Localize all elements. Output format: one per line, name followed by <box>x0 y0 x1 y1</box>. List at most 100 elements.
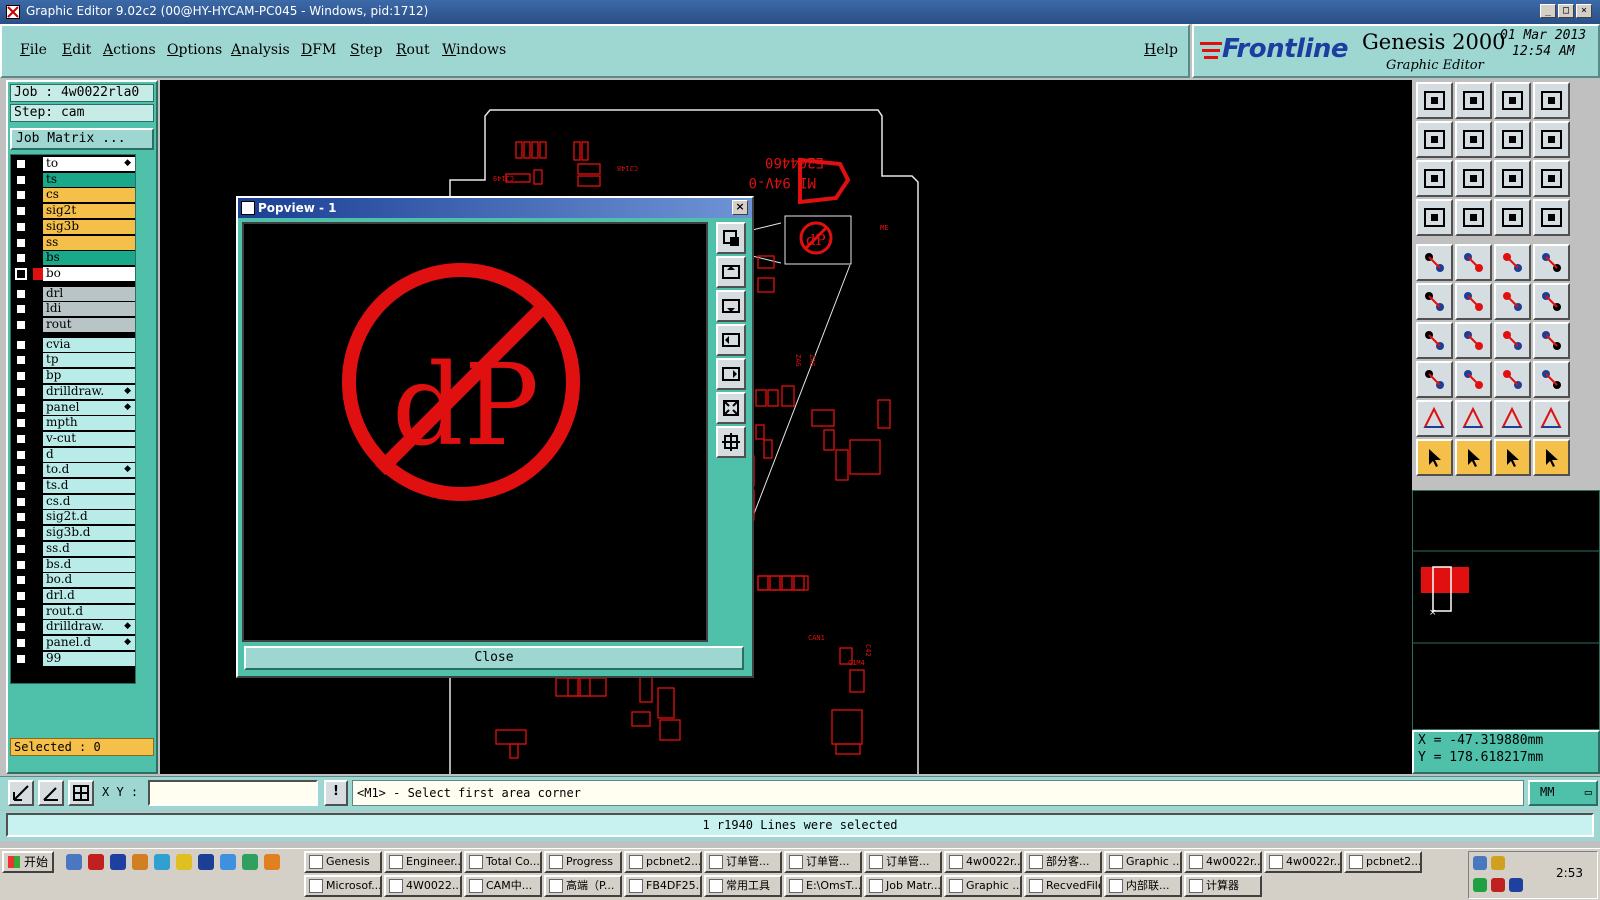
poly-tool[interactable] <box>1416 400 1453 437</box>
home-view-tool[interactable] <box>1494 82 1531 119</box>
layer-row[interactable]: cvia <box>11 337 135 352</box>
layer-checkbox[interactable] <box>15 252 27 265</box>
alert-icon[interactable]: ! <box>324 780 348 806</box>
tray-ime-icon[interactable] <box>1509 878 1523 892</box>
layer-expand-icon[interactable]: ◆ <box>124 385 131 398</box>
taskbar-button[interactable]: 4w0022r... <box>1264 851 1342 873</box>
menu-actions[interactable]: Actions <box>103 42 156 58</box>
menu-dfm[interactable]: DFM <box>301 42 336 58</box>
layer-name[interactable]: rout.d <box>43 604 135 619</box>
taskbar-button[interactable]: 常用工具 <box>704 875 782 897</box>
layer-checkbox[interactable] <box>15 370 27 383</box>
measure-tool[interactable] <box>1416 199 1453 236</box>
quicklaunch-genesis-icon[interactable] <box>88 854 104 870</box>
layer-row[interactable]: sig3b <box>11 219 135 234</box>
taskbar-button[interactable]: 订单管... <box>864 851 942 873</box>
layer-checkbox[interactable] <box>15 652 27 665</box>
layer-row[interactable]: ts.d <box>11 479 135 493</box>
point-tool[interactable] <box>1533 244 1570 281</box>
popview-close-icon[interactable]: × <box>732 200 748 215</box>
scale-tool[interactable] <box>1494 160 1531 197</box>
layer-row[interactable]: drilldraw. ◆ <box>11 620 135 635</box>
layer-row[interactable]: rout <box>11 318 135 332</box>
help-tool[interactable] <box>1533 160 1570 197</box>
align-tool[interactable] <box>1533 322 1570 359</box>
angle-mode-button[interactable] <box>38 780 64 806</box>
layer-row[interactable]: d <box>11 447 135 462</box>
layer-checkbox[interactable] <box>15 589 27 602</box>
layer-expand-icon[interactable]: ◆ <box>124 157 131 170</box>
taskbar-button[interactable]: pcbnet2... <box>1344 851 1422 873</box>
ruler-tool[interactable] <box>1494 244 1531 281</box>
feature-tool[interactable] <box>1455 199 1492 236</box>
quicklaunch-clock-icon[interactable] <box>176 854 192 870</box>
layer-checkbox[interactable] <box>15 173 27 186</box>
layer-row[interactable]: tp <box>11 353 135 368</box>
layer-name[interactable]: sig2t.d <box>43 510 135 525</box>
select-pad-tool[interactable] <box>1416 244 1453 281</box>
taskbar-button[interactable]: 4W0022... <box>384 875 462 897</box>
layer-checkbox[interactable] <box>15 637 27 649</box>
group-tool[interactable] <box>1533 361 1570 398</box>
profile-tool[interactable] <box>1494 199 1531 236</box>
popview-pan-right-tool[interactable] <box>716 358 746 390</box>
layer-name[interactable]: sig3b <box>43 219 135 234</box>
taskbar-button[interactable]: 高端（P... <box>544 875 622 897</box>
layer-name[interactable]: panel.d ◆ <box>43 636 135 650</box>
layer-checkbox[interactable] <box>15 432 27 445</box>
tray-app-icon[interactable] <box>1491 856 1505 870</box>
layer-name[interactable]: rout <box>43 318 135 332</box>
quicklaunch-app-icon[interactable] <box>242 854 258 870</box>
layer-checkbox[interactable] <box>15 303 27 316</box>
taskbar-button[interactable]: Microsof... <box>304 875 382 897</box>
layer-row[interactable]: sig3b.d <box>11 526 135 541</box>
layer-checkbox[interactable] <box>15 354 27 367</box>
layer-name[interactable]: cvia <box>43 337 135 352</box>
menu-windows[interactable]: Windows <box>442 42 506 58</box>
stretch-tool[interactable] <box>1533 283 1570 320</box>
layer-checkbox[interactable] <box>15 605 27 618</box>
popview-title-bar[interactable]: Popview - 1 × <box>238 198 752 218</box>
taskbar-button[interactable]: E:\OmsT... <box>784 875 862 897</box>
layer-row[interactable]: bp <box>11 369 135 384</box>
xy-input[interactable] <box>148 780 318 806</box>
layer-row[interactable]: bo <box>11 266 135 281</box>
layer-checkbox[interactable] <box>15 417 27 430</box>
taskbar-button[interactable]: 部分客... <box>1024 851 1102 873</box>
layer-checkbox[interactable] <box>15 511 27 524</box>
taskbar-button[interactable]: 内部联... <box>1104 875 1182 897</box>
delete-line-tool[interactable] <box>1455 361 1492 398</box>
popview-home-tool[interactable] <box>716 426 746 458</box>
layer-down-tool[interactable] <box>1455 82 1492 119</box>
taskbar-button[interactable]: 4w0022r... <box>1184 851 1262 873</box>
menu-file[interactable]: File <box>20 42 47 58</box>
taskbar-button[interactable]: Genesis <box>304 851 382 873</box>
layer-expand-icon[interactable]: ◆ <box>124 463 131 476</box>
menu-rout[interactable]: Rout <box>396 42 430 58</box>
layer-row[interactable]: drilldraw. ◆ <box>11 384 135 399</box>
quicklaunch-desktop-icon[interactable] <box>66 854 82 870</box>
minimize-button[interactable]: _ <box>1540 4 1556 18</box>
job-matrix-button[interactable]: Job Matrix ... <box>10 128 154 150</box>
cross-tool[interactable] <box>1455 283 1492 320</box>
taskbar-clock[interactable]: 2:53 <box>1556 866 1583 880</box>
layer-name[interactable]: bp <box>43 369 135 384</box>
quicklaunch-star-icon[interactable] <box>264 854 280 870</box>
layer-row[interactable]: ss.d <box>11 541 135 556</box>
close-button[interactable]: × <box>1576 4 1592 18</box>
start-button[interactable]: 开始 <box>2 851 54 873</box>
layer-row[interactable]: sig2t <box>11 204 135 219</box>
popview-zoom-out-tool[interactable] <box>716 290 746 322</box>
layer-checkbox[interactable] <box>15 205 27 218</box>
layer-checkbox[interactable] <box>15 319 27 331</box>
layer-expand-icon[interactable]: ◆ <box>124 620 131 633</box>
layer-row[interactable]: to.d ◆ <box>11 463 135 478</box>
layer-checkbox[interactable] <box>15 527 27 540</box>
layer-name[interactable]: ss.d <box>43 541 135 556</box>
layer-checkbox[interactable] <box>15 267 27 280</box>
angle-tool[interactable] <box>1416 322 1453 359</box>
layer-name[interactable]: cs <box>43 188 135 203</box>
layer-name[interactable]: cs.d <box>43 494 135 509</box>
taskbar-button[interactable]: CAM中... <box>464 875 542 897</box>
layer-name[interactable]: to.d ◆ <box>43 463 135 478</box>
